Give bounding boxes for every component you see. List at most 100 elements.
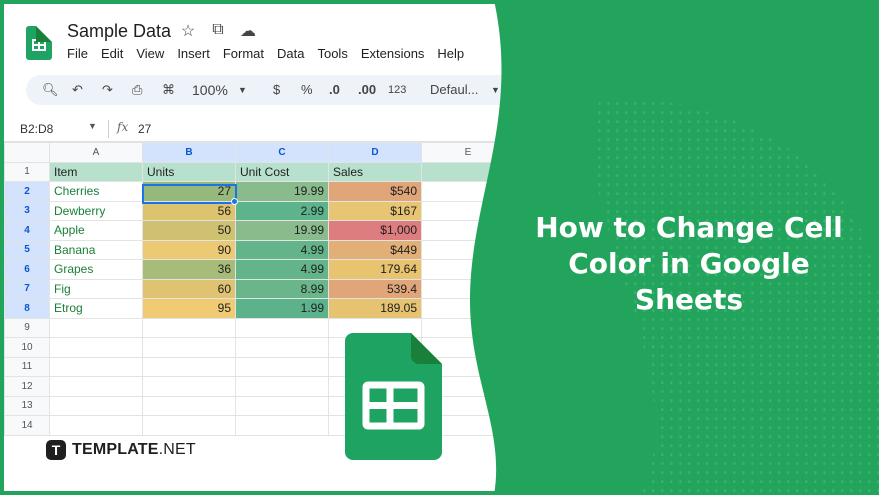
cell[interactable]: $540 xyxy=(328,181,422,202)
row-header[interactable]: 6 xyxy=(4,259,50,280)
row-header[interactable]: 7 xyxy=(4,278,50,299)
cell[interactable] xyxy=(421,200,515,221)
row-header[interactable]: 3 xyxy=(4,200,50,221)
move-folder-icon[interactable]: ⧉ xyxy=(208,21,228,41)
cell[interactable]: Unit Cost xyxy=(235,161,329,182)
cell[interactable]: 36 xyxy=(142,259,236,280)
cell[interactable]: Item xyxy=(49,161,143,182)
percent-format-button[interactable]: % xyxy=(301,82,313,97)
cell[interactable] xyxy=(49,415,143,436)
row-header[interactable]: 2 xyxy=(4,181,50,202)
increase-decimal-button[interactable]: .00 xyxy=(358,82,376,97)
cell[interactable] xyxy=(514,356,608,377)
row-header[interactable]: 10 xyxy=(4,337,50,358)
cell[interactable]: Dewberry xyxy=(49,200,143,221)
cell[interactable]: Cherries xyxy=(49,181,143,202)
cell[interactable] xyxy=(49,395,143,416)
column-header-e[interactable]: E xyxy=(421,142,515,163)
cell[interactable] xyxy=(142,415,236,436)
redo-icon[interactable]: ↷ xyxy=(102,82,113,98)
menu-format[interactable]: Format xyxy=(223,46,264,61)
cell[interactable]: 19.99 xyxy=(235,220,329,241)
column-header-a[interactable]: A xyxy=(49,142,143,163)
cell[interactable] xyxy=(235,337,329,358)
cell[interactable]: $167 xyxy=(328,200,422,221)
cell[interactable] xyxy=(49,317,143,338)
cell[interactable]: 56 xyxy=(142,200,236,221)
cell[interactable] xyxy=(235,395,329,416)
cell[interactable] xyxy=(514,337,608,358)
menu-extensions[interactable]: Extensions xyxy=(361,46,425,61)
row-header[interactable]: 9 xyxy=(4,317,50,338)
row-header[interactable]: 5 xyxy=(4,239,50,260)
menu-help[interactable]: Help xyxy=(437,46,464,61)
paint-format-icon[interactable]: ⌘ xyxy=(162,82,175,98)
cell[interactable] xyxy=(514,415,608,436)
formula-input[interactable]: 27 xyxy=(138,122,151,136)
sheets-logo-icon[interactable] xyxy=(26,26,52,60)
number-format-button[interactable]: 123 xyxy=(388,84,406,96)
row-header[interactable]: 1 xyxy=(4,161,50,182)
cell[interactable]: 179.64 xyxy=(328,259,422,280)
cell[interactable]: Banana xyxy=(49,239,143,260)
cell[interactable] xyxy=(421,239,515,260)
cell[interactable]: Units xyxy=(142,161,236,182)
cell[interactable]: 19.99 xyxy=(235,181,329,202)
name-box-chevron-down-icon[interactable]: ▼ xyxy=(88,121,97,131)
row-header[interactable]: 13 xyxy=(4,395,50,416)
cell[interactable]: $1,000 xyxy=(328,220,422,241)
cell[interactable] xyxy=(514,317,608,338)
cell[interactable] xyxy=(421,220,515,241)
cell[interactable]: Grapes xyxy=(49,259,143,280)
cell[interactable]: 1.99 xyxy=(235,298,329,319)
cell[interactable]: 4.99 xyxy=(235,239,329,260)
cell[interactable]: 8.99 xyxy=(235,278,329,299)
column-header-b[interactable]: B xyxy=(142,142,236,163)
cell[interactable]: $449 xyxy=(328,239,422,260)
row-header[interactable]: 11 xyxy=(4,356,50,377)
search-menus-icon[interactable]: 🔍︎ xyxy=(42,82,59,98)
row-header[interactable]: 12 xyxy=(4,376,50,397)
cloud-status-icon[interactable]: ☁ xyxy=(238,21,258,41)
cell[interactable] xyxy=(49,376,143,397)
cell[interactable] xyxy=(49,356,143,377)
star-icon[interactable]: ☆ xyxy=(178,21,198,41)
font-select[interactable]: Defaul... xyxy=(430,82,478,97)
cell[interactable] xyxy=(142,356,236,377)
cell[interactable] xyxy=(514,395,608,416)
row-header[interactable]: 4 xyxy=(4,220,50,241)
menu-tools[interactable]: Tools xyxy=(317,46,347,61)
cell[interactable] xyxy=(421,278,515,299)
menu-insert[interactable]: Insert xyxy=(177,46,210,61)
column-header-d[interactable]: D xyxy=(328,142,422,163)
row-header[interactable]: 8 xyxy=(4,298,50,319)
cell[interactable]: 50 xyxy=(142,220,236,241)
column-header[interactable] xyxy=(514,142,608,163)
currency-format-button[interactable]: $ xyxy=(273,82,280,97)
select-all-corner[interactable] xyxy=(4,142,50,163)
cell[interactable] xyxy=(421,298,515,319)
name-box[interactable]: B2:D8 xyxy=(20,122,53,136)
cell[interactable] xyxy=(142,395,236,416)
cell[interactable] xyxy=(421,161,515,182)
document-title[interactable]: Sample Data xyxy=(67,21,171,42)
cell[interactable]: 4.99 xyxy=(235,259,329,280)
cell[interactable]: 60 xyxy=(142,278,236,299)
cell[interactable] xyxy=(49,337,143,358)
cell[interactable]: Apple xyxy=(49,220,143,241)
font-chevron-down-icon[interactable]: ▼ xyxy=(491,85,500,95)
cell[interactable] xyxy=(142,317,236,338)
cell[interactable] xyxy=(421,181,515,202)
cell[interactable] xyxy=(235,317,329,338)
cell[interactable]: 539.4 xyxy=(328,278,422,299)
row-header[interactable]: 14 xyxy=(4,415,50,436)
undo-icon[interactable]: ↶ xyxy=(72,82,83,98)
cell[interactable]: Etrog xyxy=(49,298,143,319)
cell[interactable] xyxy=(235,376,329,397)
cell[interactable] xyxy=(514,376,608,397)
fill-handle[interactable] xyxy=(231,198,238,205)
cell[interactable] xyxy=(421,259,515,280)
cell[interactable]: 2.99 xyxy=(235,200,329,221)
zoom-select[interactable]: 100% xyxy=(192,82,228,98)
cell[interactable] xyxy=(142,376,236,397)
